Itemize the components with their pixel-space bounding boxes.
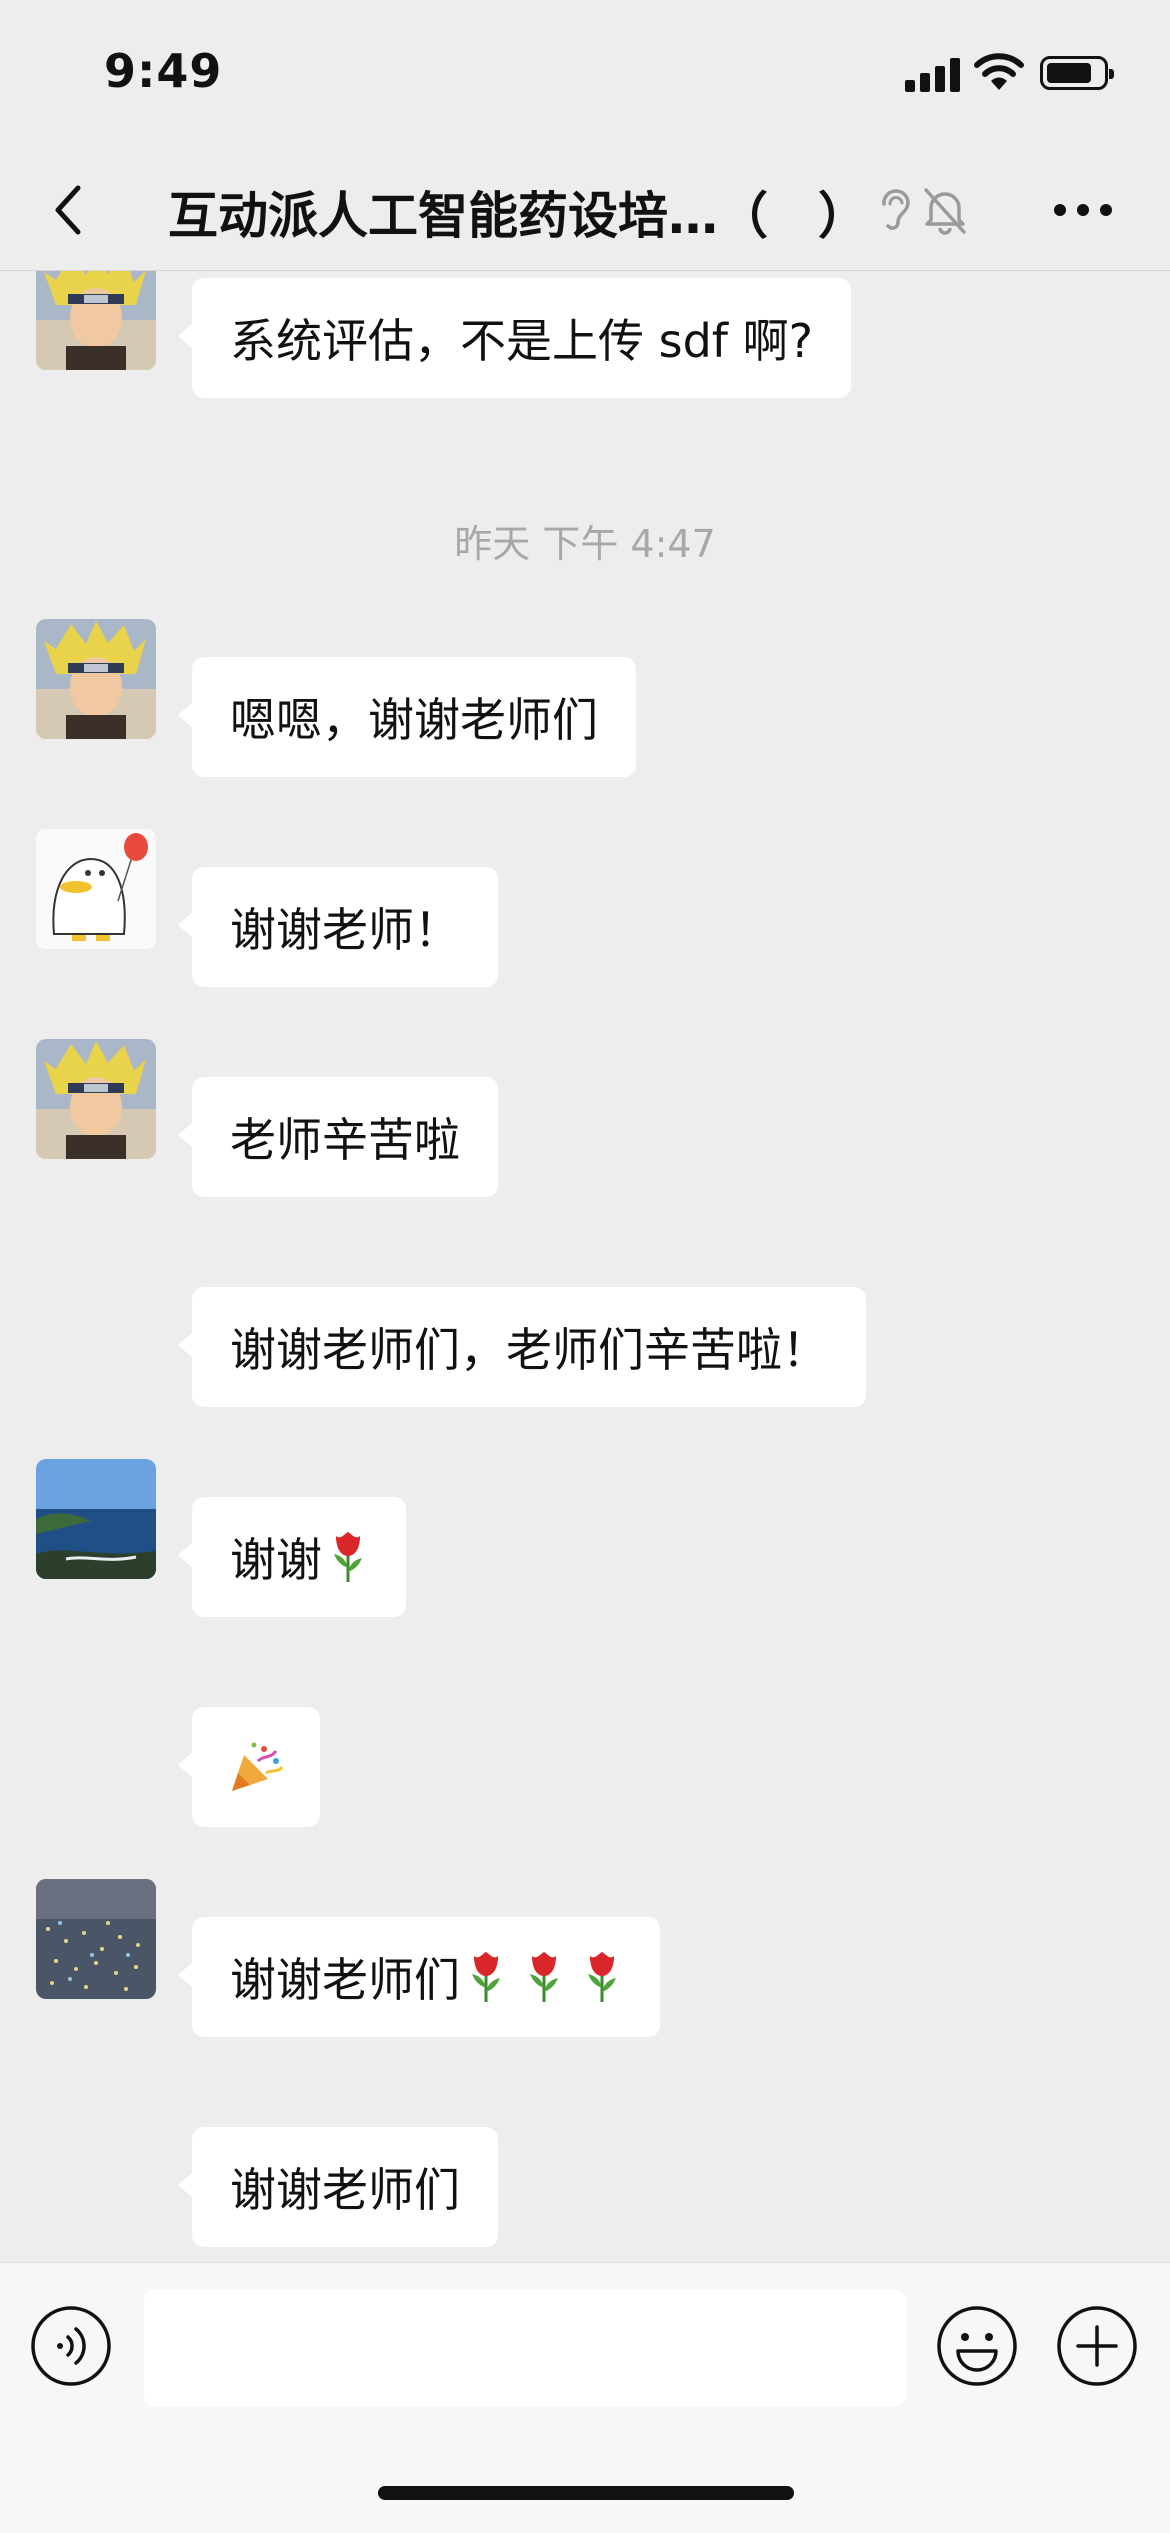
voice-input-icon[interactable] <box>30 2305 112 2387</box>
naruto-avatar[interactable] <box>36 619 156 739</box>
earpiece-mode-icon <box>882 189 910 230</box>
message-bubble[interactable]: 谢谢 <box>178 1497 406 1617</box>
message-text: 谢谢老师们 <box>230 2163 460 2217</box>
rose-icon <box>530 1952 558 2002</box>
status-bar: 9:49 <box>0 0 1170 150</box>
message-text: 系统评估，不是上传 sdf 啊? <box>230 314 814 368</box>
rose-icon <box>588 1952 616 2002</box>
back-chevron-icon[interactable] <box>44 178 94 242</box>
more-options-icon[interactable] <box>1052 200 1114 220</box>
message-bubble[interactable]: 嗯嗯，谢谢老师们 <box>178 657 636 777</box>
message-text: 谢谢 <box>230 1533 322 1587</box>
message-bubble[interactable]: 老师辛苦啦 <box>178 1077 498 1197</box>
message-bubble[interactable]: 谢谢老师们，老师们辛苦啦！ <box>178 1287 866 1407</box>
message-text: 嗯嗯，谢谢老师们 <box>230 693 598 747</box>
message-bubble[interactable] <box>178 1707 320 1827</box>
message-bubble[interactable]: 系统评估，不是上传 sdf 啊? <box>177 278 852 398</box>
add-more-icon[interactable] <box>1056 2305 1138 2387</box>
battery-icon <box>1040 56 1114 90</box>
time-divider: 昨天 下午 4:47 <box>454 522 716 566</box>
message-text: 谢谢老师！ <box>230 903 460 957</box>
home-indicator <box>378 2486 794 2500</box>
emoji-face-icon[interactable] <box>936 2305 1018 2387</box>
naruto-avatar[interactable] <box>36 1039 156 1159</box>
mute-bell-icon <box>924 188 966 235</box>
duck-balloon-avatar[interactable] <box>36 829 156 949</box>
seascape-avatar[interactable] <box>36 1459 156 1579</box>
rose-icon <box>472 1952 500 2002</box>
rose-icon <box>334 1532 362 1582</box>
message-bubble[interactable]: 谢谢老师们 <box>178 2127 498 2247</box>
wifi-icon <box>974 53 1024 90</box>
message-text: 谢谢老师们 <box>230 1953 460 2007</box>
message-text: 谢谢老师们，老师们辛苦啦！ <box>230 1323 828 1377</box>
naruto-avatar[interactable] <box>36 271 156 370</box>
message-text: 老师辛苦啦 <box>230 1113 460 1167</box>
message-list[interactable]: 系统评估，不是上传 sdf 啊? 昨天 下午 4:47 嗯嗯，谢谢老师们 谢谢老… <box>0 271 1170 2261</box>
party-popper-icon <box>232 1742 284 1791</box>
status-time: 9:49 <box>104 44 223 98</box>
city-lights-avatar[interactable] <box>36 1879 156 1999</box>
message-input[interactable] <box>144 2289 906 2407</box>
cellular-signal-icon <box>905 58 961 92</box>
message-bubble[interactable]: 谢谢老师们 <box>178 1917 660 2037</box>
message-bubble[interactable]: 谢谢老师！ <box>178 867 498 987</box>
chat-title: 互动派人工智能药设培…（ ） <box>168 187 868 245</box>
chat-header: 互动派人工智能药设培…（ ） <box>0 150 1170 271</box>
